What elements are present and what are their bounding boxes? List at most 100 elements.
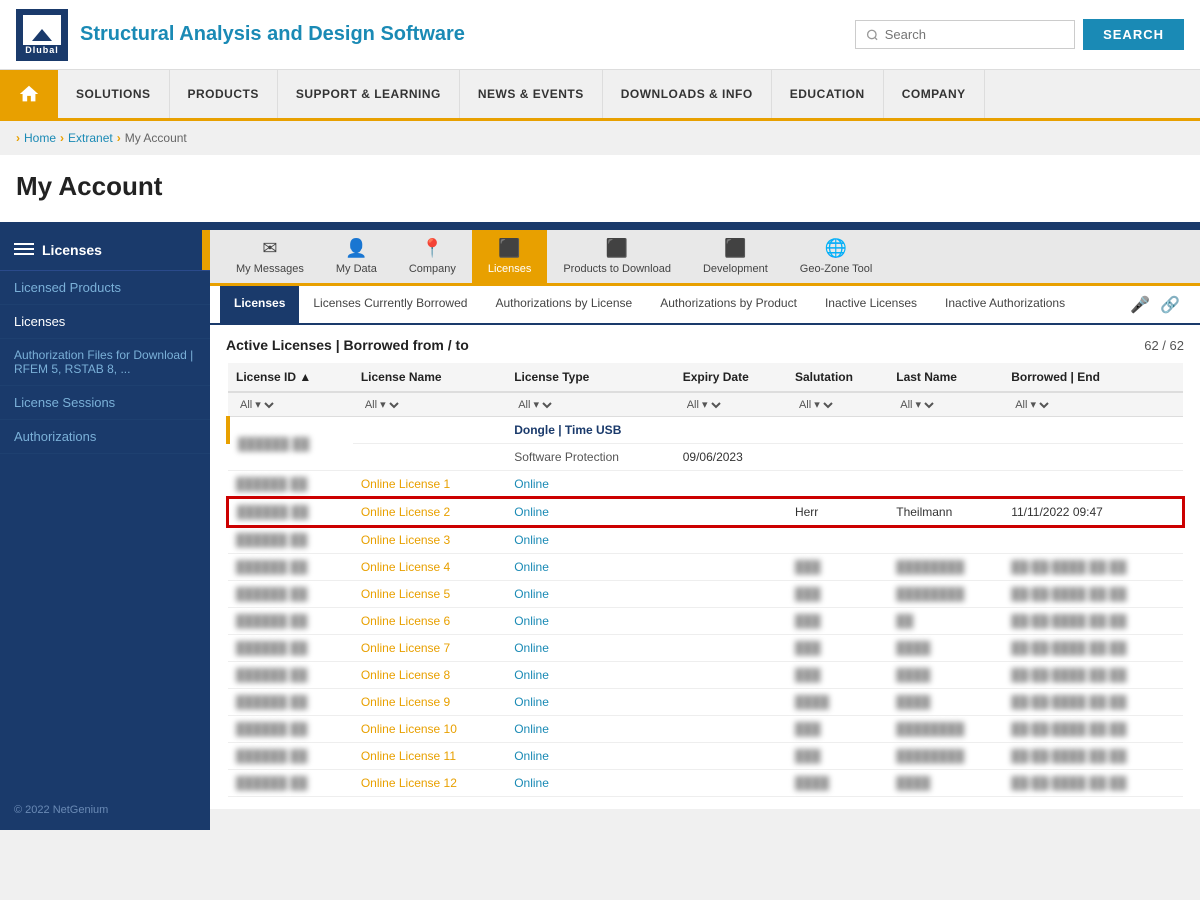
nav-item-solutions[interactable]: SOLUTIONS <box>58 70 170 118</box>
cell-lastname: ██ <box>888 608 1003 635</box>
cell-id: ██████ ██ <box>228 526 353 554</box>
breadcrumb-sep-0: › <box>16 131 20 145</box>
cell-salutation: ████ <box>787 689 888 716</box>
table-row[interactable]: ██████ ██ Online License 3 Online <box>228 526 1183 554</box>
development-icon: ⬛ <box>724 238 746 259</box>
cell-type: Online <box>506 716 675 743</box>
tab-my-messages[interactable]: ✉ My Messages <box>220 230 320 283</box>
table-row[interactable]: ██████ ██ Online License 5 Online ███ ██… <box>228 581 1183 608</box>
cell-expiry <box>675 635 787 662</box>
mic-icon[interactable]: 🎤 <box>1130 295 1150 315</box>
account-tabs: ✉ My Messages 👤 My Data 📍 Company ⬛ Lice… <box>210 230 1200 286</box>
table-row[interactable]: ██████ ██ Online License 9 Online ████ █… <box>228 689 1183 716</box>
cell-id: ██████ ██ <box>228 770 353 797</box>
tab-licenses[interactable]: ⬛ Licenses <box>472 230 547 283</box>
table-row[interactable]: Software Protection 09/06/2023 <box>228 444 1183 471</box>
search-icon <box>866 28 879 42</box>
filter-name[interactable]: All ▾ <box>361 398 402 412</box>
cell-name: Online License 4 <box>353 554 506 581</box>
table-header-row: Active Licenses | Borrowed from / to 62 … <box>226 337 1184 353</box>
search-area: SEARCH <box>855 19 1184 50</box>
table-row[interactable]: ██████ ██ Online License 8 Online ███ ██… <box>228 662 1183 689</box>
tab-products-download[interactable]: ⬛ Products to Download <box>547 230 687 283</box>
license-tab-auth-by-license[interactable]: Authorizations by License <box>481 286 646 323</box>
license-tab-inactive-auth[interactable]: Inactive Authorizations <box>931 286 1079 323</box>
cell-borrowed: ██/██/████ ██:██ <box>1003 662 1183 689</box>
table-area: Active Licenses | Borrowed from / to 62 … <box>210 325 1200 809</box>
cell-name: Online License 6 <box>353 608 506 635</box>
company-icon: 📍 <box>421 238 443 259</box>
sidebar-item-auth-files[interactable]: Authorization Files for Download | RFEM … <box>0 339 210 386</box>
logo[interactable]: Dlubal Structural Analysis and Design So… <box>16 9 465 61</box>
cell-id: ██████ ██ <box>228 417 353 471</box>
license-tab-licenses[interactable]: Licenses <box>220 286 299 323</box>
cell-lastname: ████████ <box>888 581 1003 608</box>
cell-lastname: ████ <box>888 635 1003 662</box>
cell-borrowed: ██/██/████ ██:██ <box>1003 689 1183 716</box>
site-title: Structural Analysis and Design Software <box>80 23 465 46</box>
table-row[interactable]: ██████ ██ Online License 4 Online ███ ██… <box>228 554 1183 581</box>
cell-salutation: ███ <box>787 662 888 689</box>
filter-expiry[interactable]: All ▾ <box>683 398 724 412</box>
cell-borrowed: ██/██/████ ██:██ <box>1003 554 1183 581</box>
breadcrumb-home[interactable]: Home <box>24 131 56 145</box>
cell-name: Online License 5 <box>353 581 506 608</box>
filter-lastname[interactable]: All ▾ <box>896 398 937 412</box>
col-borrowed-end: Borrowed | End <box>1003 363 1183 392</box>
table-row[interactable]: ██████ ██ Online License 7 Online ███ ██… <box>228 635 1183 662</box>
sidebar-item-license-sessions[interactable]: License Sessions <box>0 386 210 420</box>
table-row-highlighted[interactable]: ██████ ██ Online License 2 Online Herr T… <box>228 498 1183 526</box>
cell-lastname: ████ <box>888 689 1003 716</box>
table-row[interactable]: ██████ ██ Online License 12 Online ████ … <box>228 770 1183 797</box>
cell-id: ██████ ██ <box>228 498 353 526</box>
nav-item-education[interactable]: EDUCATION <box>772 70 884 118</box>
license-tab-inactive[interactable]: Inactive Licenses <box>811 286 931 323</box>
filter-salutation[interactable]: All ▾ <box>795 398 836 412</box>
geo-zone-icon: 🌐 <box>825 238 847 259</box>
tab-development-label: Development <box>703 263 768 275</box>
search-input-wrap[interactable] <box>855 20 1075 49</box>
table-row[interactable]: ██████ ██ Online License 6 Online ███ ██… <box>228 608 1183 635</box>
search-button[interactable]: SEARCH <box>1083 19 1184 50</box>
nav-item-downloads[interactable]: DOWNLOADS & INFO <box>603 70 772 118</box>
filter-type[interactable]: All ▾ <box>514 398 555 412</box>
messages-icon: ✉ <box>262 238 277 259</box>
cell-id: ██████ ██ <box>228 743 353 770</box>
cell-salutation: ████ <box>787 770 888 797</box>
table-body: ██████ ██ Dongle | Time USB Software Pro… <box>228 417 1183 797</box>
main-nav: SOLUTIONS PRODUCTS SUPPORT & LEARNING NE… <box>0 70 1200 121</box>
tab-geo-zone-label: Geo-Zone Tool <box>800 263 873 275</box>
cell-type: Online <box>506 635 675 662</box>
nav-item-support[interactable]: SUPPORT & LEARNING <box>278 70 460 118</box>
tab-my-data[interactable]: 👤 My Data <box>320 230 393 283</box>
sidebar-item-licenses[interactable]: Licenses <box>0 305 210 339</box>
nav-item-news[interactable]: NEWS & EVENTS <box>460 70 603 118</box>
col-license-id: License ID ▲ <box>228 363 353 392</box>
license-tab-borrowed[interactable]: Licenses Currently Borrowed <box>299 286 481 323</box>
table-row[interactable]: ██████ ██ Online License 11 Online ███ █… <box>228 743 1183 770</box>
filter-id[interactable]: All ▾ <box>236 398 277 412</box>
cell-id: ██████ ██ <box>228 689 353 716</box>
license-tab-auth-by-product[interactable]: Authorizations by Product <box>646 286 811 323</box>
cell-type: Online <box>506 581 675 608</box>
nav-item-products[interactable]: PRODUCTS <box>170 70 278 118</box>
cell-salutation: ███ <box>787 554 888 581</box>
cell-salutation: Herr <box>787 498 888 526</box>
breadcrumb-extranet[interactable]: Extranet <box>68 131 113 145</box>
tab-development[interactable]: ⬛ Development <box>687 230 784 283</box>
nav-home-button[interactable] <box>0 70 58 118</box>
cell-salutation: ███ <box>787 743 888 770</box>
tab-company[interactable]: 📍 Company <box>393 230 472 283</box>
cell-borrowed <box>1003 417 1183 444</box>
search-input[interactable] <box>885 27 1064 42</box>
tab-geo-zone[interactable]: 🌐 Geo-Zone Tool <box>784 230 889 283</box>
sidebar-item-licensed-products[interactable]: Licensed Products <box>0 271 210 305</box>
filter-borrowed[interactable]: All ▾ <box>1011 398 1052 412</box>
table-row[interactable]: ██████ ██ Dongle | Time USB <box>228 417 1183 444</box>
table-row[interactable]: ██████ ██ Online License 1 Online <box>228 471 1183 499</box>
cell-type: Online <box>506 770 675 797</box>
table-row[interactable]: ██████ ██ Online License 10 Online ███ █… <box>228 716 1183 743</box>
nav-item-company[interactable]: COMPANY <box>884 70 985 118</box>
link-icon[interactable]: 🔗 <box>1160 295 1180 315</box>
sidebar-item-authorizations[interactable]: Authorizations <box>0 420 210 454</box>
